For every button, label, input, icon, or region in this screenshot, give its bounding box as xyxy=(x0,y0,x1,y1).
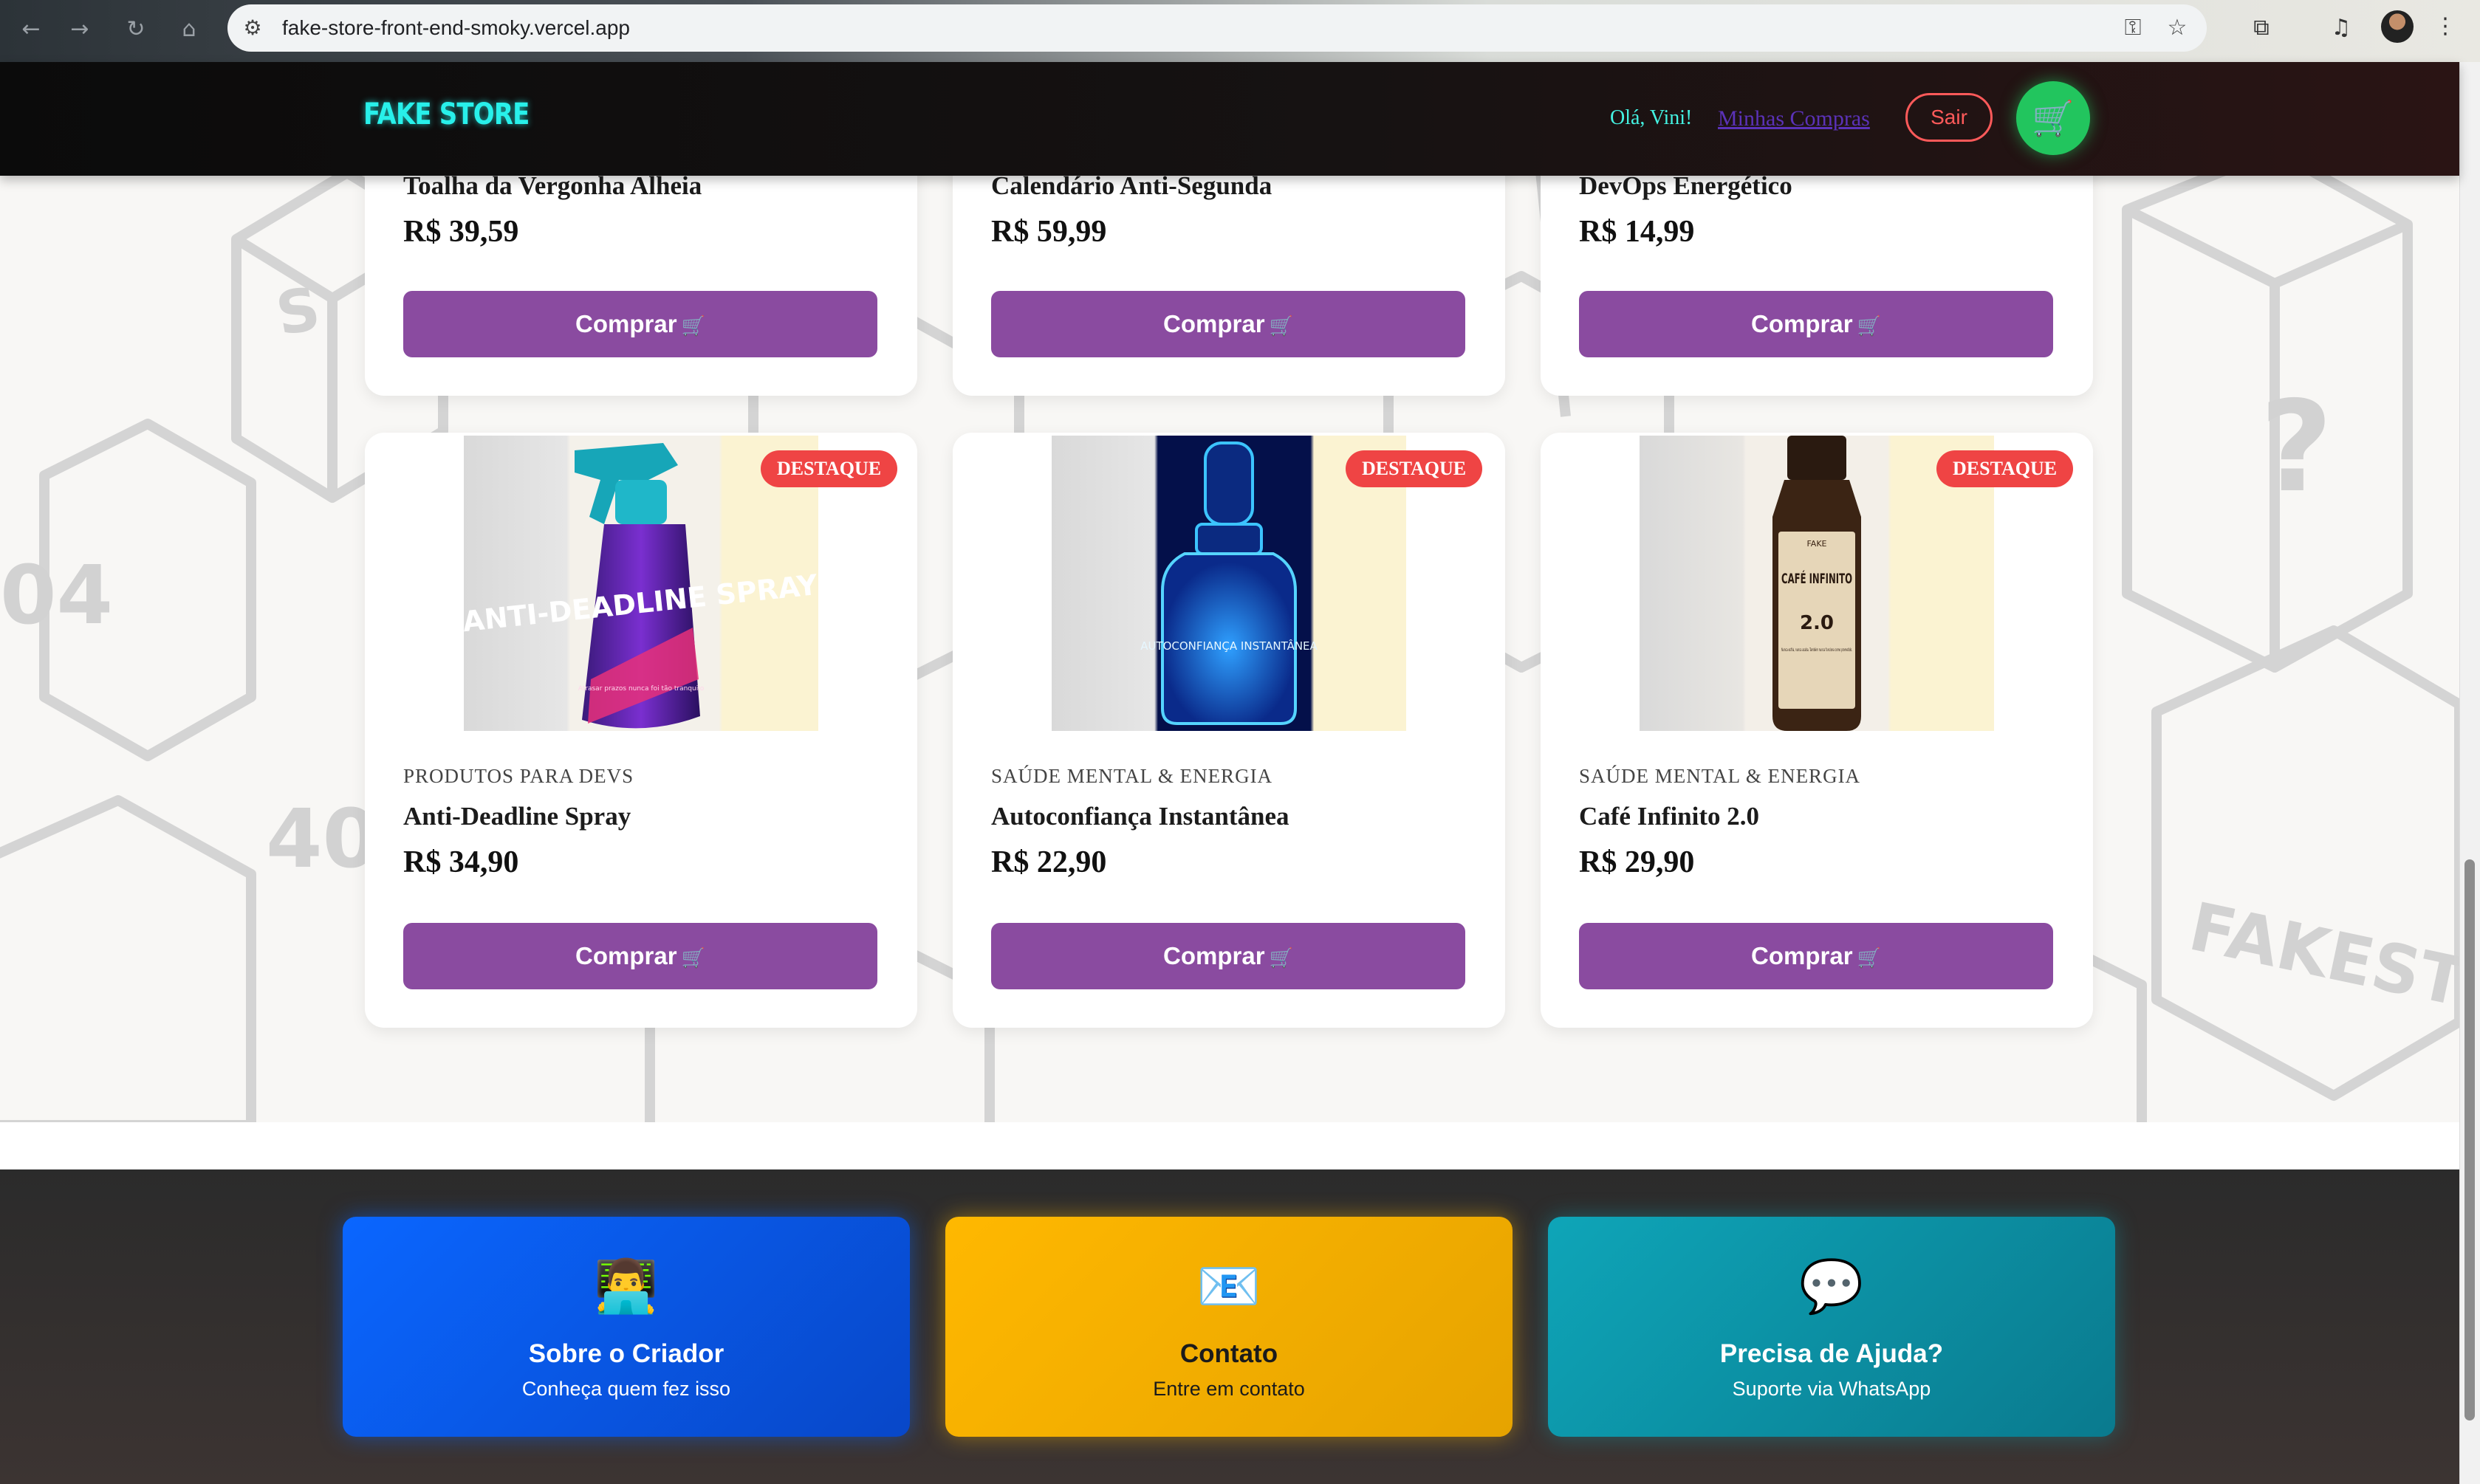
card-subtitle: Conheça quem fez isso xyxy=(521,1378,731,1400)
card-title: Sobre o Criador xyxy=(528,1339,725,1368)
buy-label: Comprar xyxy=(575,310,677,337)
home-icon[interactable]: ⌂ xyxy=(173,13,205,46)
extensions-icon[interactable]: ⧉ xyxy=(2245,12,2278,44)
my-orders-link[interactable]: Minhas Compras xyxy=(1718,106,1870,131)
buy-button[interactable]: Comprar 🛒 xyxy=(1579,291,2053,357)
featured-badge: DESTAQUE xyxy=(1346,450,1483,487)
product-card[interactable]: AUTOCONFIANÇA INSTANTÂNEA DESTAQUE SAÚDE… xyxy=(953,433,1505,1028)
reload-icon[interactable]: ↻ xyxy=(120,13,152,46)
product-name: DevOps Energético xyxy=(1579,171,1792,200)
url-text[interactable]: fake-store-front-end-smoky.vercel.app xyxy=(282,15,630,41)
help-card[interactable]: 💬 Precisa de Ajuda? Suporte via WhatsApp xyxy=(1548,1217,2115,1437)
featured-badge: DESTAQUE xyxy=(761,450,898,487)
product-name: Calendário Anti-Segunda xyxy=(991,171,1272,200)
cart-icon[interactable]: 🛒 xyxy=(2016,81,2090,155)
buy-label: Comprar xyxy=(1751,310,1853,337)
product-card[interactable]: ANTI-DEADLINE SPRAY Atrasar prazos nunca… xyxy=(365,433,917,1028)
logo[interactable]: FAKE STORE xyxy=(363,97,530,131)
product-price: R$ 39,59 xyxy=(403,215,519,249)
card-title: Precisa de Ajuda? xyxy=(1719,1339,1944,1368)
cart-small-icon: 🛒 xyxy=(1857,947,1881,969)
svg-text:40: 40 xyxy=(266,791,379,886)
forward-icon[interactable]: → xyxy=(64,13,96,46)
buy-button[interactable]: Comprar 🛒 xyxy=(1579,923,2053,989)
speech-bubble-icon: 💬 xyxy=(1799,1256,1864,1316)
buy-label: Comprar xyxy=(1163,942,1265,969)
buy-button[interactable]: Comprar 🛒 xyxy=(403,291,877,357)
cart-small-icon: 🛒 xyxy=(1857,315,1881,337)
card-subtitle: Suporte via WhatsApp xyxy=(1732,1378,1931,1400)
about-creator-card[interactable]: 👨‍💻 Sobre o Criador Conheça quem fez iss… xyxy=(343,1217,910,1437)
browser-toolbar: ← → ↻ ⌂ ⚙ fake-store-front-end-smoky.ver… xyxy=(0,0,2480,62)
coffee-brand: FAKE xyxy=(1806,539,1826,549)
developer-icon: 👨‍💻 xyxy=(594,1256,659,1316)
cart-small-icon: 🛒 xyxy=(1269,315,1293,337)
greeting: Olá, Vini! xyxy=(1610,106,1693,129)
buy-label: Comprar xyxy=(575,942,677,969)
key-icon[interactable]: ⚿ xyxy=(2118,15,2148,41)
profile-avatar[interactable] xyxy=(2381,10,2414,43)
product-price: R$ 14,99 xyxy=(1579,215,1695,249)
product-name: Autoconfiança Instantânea xyxy=(991,802,1289,831)
card-title: Contato xyxy=(1179,1339,1278,1368)
cart-small-icon: 🛒 xyxy=(681,947,705,969)
product-price: R$ 29,90 xyxy=(1579,845,1695,879)
buy-button[interactable]: Comprar 🛒 xyxy=(991,923,1465,989)
contact-card[interactable]: 📧 Contato Entre em contato xyxy=(945,1217,1513,1437)
coffee-version: 2.0 xyxy=(1800,612,1834,634)
site-settings-icon[interactable]: ⚙ xyxy=(239,15,266,41)
buy-label: Comprar xyxy=(1751,942,1853,969)
back-icon[interactable]: ← xyxy=(15,13,47,46)
cart-small-icon: 🛒 xyxy=(1269,947,1293,969)
product-category: SAÚDE MENTAL & ENERGIA xyxy=(1579,765,1861,787)
featured-badge: DESTAQUE xyxy=(1936,450,2074,487)
product-name: Café Infinito 2.0 xyxy=(1579,802,1760,831)
buy-button[interactable]: Comprar 🛒 xyxy=(403,923,877,989)
svg-text:04: 04 xyxy=(0,548,113,642)
product-category: SAÚDE MENTAL & ENERGIA xyxy=(991,765,1273,787)
svg-text:FAKESTOR: FAKESTOR xyxy=(2182,888,2459,1045)
address-bar[interactable]: ⚙ fake-store-front-end-smoky.vercel.app … xyxy=(227,4,2207,52)
page-scrollbar[interactable] xyxy=(2459,62,2480,1484)
cart-small-icon: 🛒 xyxy=(681,315,705,337)
product-card[interactable]: FAKE CAFÉ INFINITO 2.0 Nunca esfria, nun… xyxy=(1541,433,2093,1028)
card-subtitle: Entre em contato xyxy=(1153,1378,1305,1400)
spray-tagline: Atrasar prazos nunca foi tão tranquilo xyxy=(578,685,705,693)
site-header: FAKE STORE Olá, Vini! Minhas Compras Sai… xyxy=(0,62,2459,176)
product-price: R$ 59,99 xyxy=(991,215,1107,249)
svg-text:?: ? xyxy=(2260,374,2333,521)
browser-menu-icon[interactable]: ⋮ xyxy=(2434,10,2456,43)
product-price: R$ 34,90 xyxy=(403,845,519,879)
serum-label: AUTOCONFIANÇA INSTANTÂNEA xyxy=(1140,639,1318,653)
buy-button[interactable]: Comprar 🛒 xyxy=(991,291,1465,357)
product-name: Toalha da Vergonha Alheia xyxy=(403,171,702,200)
coffee-label: CAFÉ INFINITO xyxy=(1781,570,1852,587)
scrollbar-thumb[interactable] xyxy=(2464,859,2475,1421)
buy-label: Comprar xyxy=(1163,310,1265,337)
media-controls-icon[interactable]: ♫ xyxy=(2325,12,2357,44)
product-category: PRODUTOS PARA DEVS xyxy=(403,765,634,787)
logout-button[interactable]: Sair xyxy=(1905,93,1993,142)
product-price: R$ 22,90 xyxy=(991,845,1107,879)
bookmark-star-icon[interactable]: ☆ xyxy=(2162,15,2192,41)
product-name: Anti-Deadline Spray xyxy=(403,802,631,831)
coffee-tagline: Nunca esfria, nunca acaba. Também nunca … xyxy=(1781,647,1852,653)
email-icon: 📧 xyxy=(1196,1256,1261,1316)
